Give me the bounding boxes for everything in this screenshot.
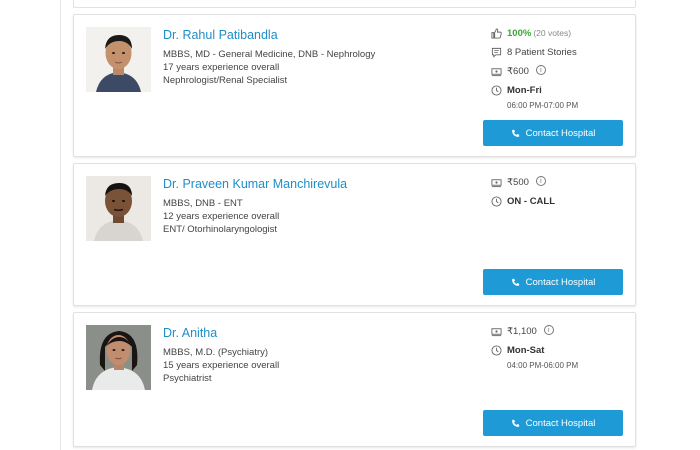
fee-row: ₹1,100 i [491,325,631,338]
availability-time: 04:00 PM-06:00 PM [507,361,579,370]
rating-row: 100% (20 votes) [491,27,631,40]
doctor-photo[interactable] [86,176,151,241]
stories-row[interactable]: 8 Patient Stories [491,46,631,59]
previous-card-edge [73,0,636,8]
contact-hospital-label: Contact Hospital [525,127,596,139]
consultation-fee: ₹600 [507,66,529,77]
contact-hospital-label: Contact Hospital [525,276,596,288]
consultation-fee: ₹1,100 [507,326,537,337]
patient-stories[interactable]: 8 Patient Stories [507,46,577,59]
fee-row: ₹600 i [491,65,631,78]
cash-icon [491,177,502,188]
doctor-photo[interactable] [86,27,151,92]
timing-row: Mon-Fri 06:00 PM-07:00 PM [491,84,631,112]
contact-hospital-button[interactable]: Contact Hospital [483,120,623,146]
info-icon[interactable]: i [543,325,554,335]
clock-icon [491,85,502,96]
fee-row: ₹500 i [491,176,631,189]
timing-row: ON - CALL [491,195,631,208]
doctor-experience: 12 years experience overall [163,211,280,222]
doctor-meta: ₹1,100 i Mon-Sat 04:00 PM-06:00 PM [491,325,631,378]
doctor-experience: 15 years experience overall [163,360,280,371]
doctor-list: Dr. Rahul Patibandla MBBS, MD - General … [73,0,636,447]
doctor-photo[interactable] [86,325,151,390]
doctor-card: Dr. Anitha MBBS, M.D. (Psychiatry) 15 ye… [73,312,636,447]
consultation-fee: ₹500 [507,177,529,188]
doctor-info: Dr. Rahul Patibandla MBBS, MD - General … [163,27,483,87]
doctor-meta: ₹500 i ON - CALL [491,176,631,214]
phone-icon [511,419,520,428]
rating-votes: (20 votes) [533,28,572,38]
contact-hospital-label: Contact Hospital [525,417,596,429]
thumbs-up-icon [491,28,502,39]
doctor-card: Dr. Rahul Patibandla MBBS, MD - General … [73,14,636,157]
availability-days: Mon-Sat [507,345,545,356]
phone-icon [511,278,520,287]
clock-icon [491,196,502,207]
doctor-qualifications: MBBS, DNB - ENT [163,198,243,209]
availability-days: Mon-Fri [507,85,542,96]
doctor-name-link[interactable]: Dr. Rahul Patibandla [163,27,483,43]
timing-row: Mon-Sat 04:00 PM-06:00 PM [491,344,631,372]
contact-hospital-button[interactable]: Contact Hospital [483,410,623,436]
info-icon[interactable]: i [535,176,546,186]
doctor-specialty: Nephrologist/Renal Specialist [163,75,288,86]
doctor-info: Dr. Anitha MBBS, M.D. (Psychiatry) 15 ye… [163,325,483,385]
doctor-listing-page: Dr. Rahul Patibandla MBBS, MD - General … [0,0,700,450]
phone-icon [511,129,520,138]
doctor-info: Dr. Praveen Kumar Manchirevula MBBS, DNB… [163,176,483,236]
left-divider [60,0,61,450]
cash-icon [491,326,502,337]
info-icon[interactable]: i [535,65,546,75]
doctor-experience: 17 years experience overall [163,62,280,73]
cash-icon [491,66,502,77]
doctor-name-link[interactable]: Dr. Praveen Kumar Manchirevula [163,176,483,192]
clock-icon [491,345,502,356]
chat-bubble-icon [491,47,502,58]
doctor-specialty: Psychiatrist [163,373,212,384]
doctor-name-link[interactable]: Dr. Anitha [163,325,483,341]
rating-percent: 100% [507,28,532,39]
doctor-meta: 100% (20 votes) 8 Patient Stories ₹600 i [491,27,631,118]
contact-hospital-button[interactable]: Contact Hospital [483,269,623,295]
doctor-qualifications: MBBS, M.D. (Psychiatry) [163,347,269,358]
doctor-specialty: ENT/ Otorhinolaryngologist [163,224,278,235]
availability-time: 06:00 PM-07:00 PM [507,101,579,110]
availability-days: ON - CALL [507,196,556,207]
doctor-card: Dr. Praveen Kumar Manchirevula MBBS, DNB… [73,163,636,306]
doctor-qualifications: MBBS, MD - General Medicine, DNB - Nephr… [163,49,376,60]
